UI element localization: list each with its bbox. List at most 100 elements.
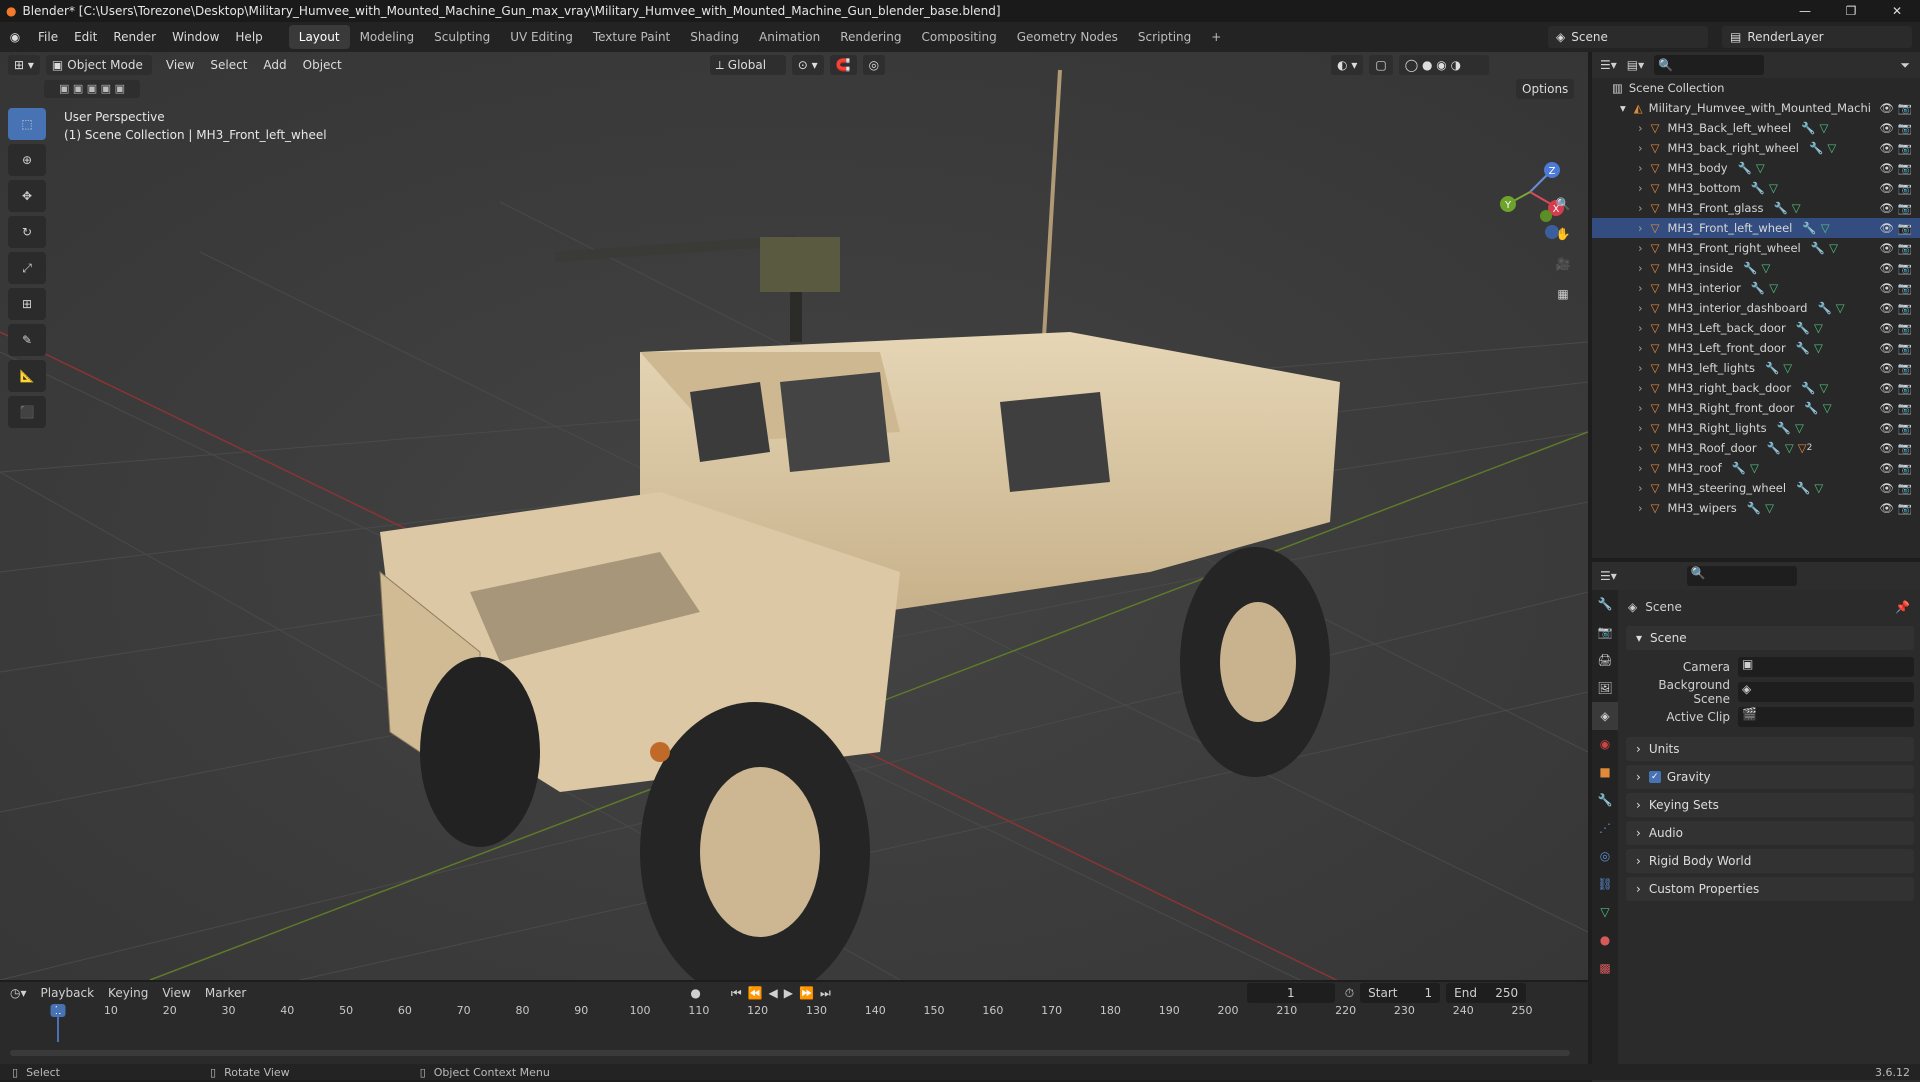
expand-arrow-icon[interactable]: ›	[1638, 161, 1643, 175]
visibility-eye-icon[interactable]: 👁	[1879, 241, 1894, 255]
mode-dropdown[interactable]: ▣ Object Mode	[45, 55, 152, 75]
scene-collection-row[interactable]: ▥ Scene Collection	[1592, 78, 1920, 98]
scale-tool[interactable]: ⤢	[8, 252, 46, 284]
expand-arrow-icon[interactable]: ›	[1638, 261, 1643, 275]
frame-ruler[interactable]: 1102030405060708090100110120130140150160…	[0, 982, 1588, 1042]
outliner-object-row[interactable]: › ▽ MH3_left_lights 🔧 ▽ 👁 📷	[1592, 358, 1920, 378]
output-tab-icon[interactable]: 🖨	[1592, 646, 1618, 674]
audio-panel[interactable]: › Audio	[1626, 821, 1914, 845]
visibility-eye-icon[interactable]: 👁	[1879, 341, 1894, 355]
outliner-object-row[interactable]: › ▽ MH3_interior_dashboard 🔧 ▽ 👁 📷	[1592, 298, 1920, 318]
tab-modeling[interactable]: Modeling	[350, 25, 425, 49]
menu-render[interactable]: Render	[105, 22, 164, 52]
expand-arrow-icon[interactable]: ›	[1638, 241, 1643, 255]
visibility-eye-icon[interactable]: 👁	[1879, 321, 1894, 335]
zoom-icon[interactable]: 🔍	[1551, 192, 1575, 216]
outliner-editor-icon[interactable]: ☰▾	[1600, 58, 1617, 72]
camera-field[interactable]: ▣	[1738, 656, 1914, 677]
render-camera-icon[interactable]: 📷	[1898, 181, 1912, 195]
outliner-object-row[interactable]: › ▽ MH3_Back_left_wheel 🔧 ▽ 👁 📷	[1592, 118, 1920, 138]
scene-tab-icon[interactable]: ◈	[1592, 702, 1618, 730]
visibility-eye-icon[interactable]: 👁	[1879, 481, 1894, 495]
render-camera-icon[interactable]: 📷	[1898, 101, 1912, 115]
visibility-eye-icon[interactable]: 👁	[1879, 301, 1894, 315]
particles-tab-icon[interactable]: ⋰	[1592, 814, 1618, 842]
move-tool[interactable]: ✥	[8, 180, 46, 212]
expand-arrow-icon[interactable]: ›	[1638, 301, 1643, 315]
renderlayer-selector[interactable]: ▤ RenderLayer	[1722, 26, 1912, 48]
editor-type-dropdown[interactable]: ⊞ ▾	[8, 55, 40, 75]
tab-compositing[interactable]: Compositing	[911, 25, 1006, 49]
render-camera-icon[interactable]: 📷	[1898, 321, 1912, 335]
tab-sculpting[interactable]: Sculpting	[424, 25, 500, 49]
outliner-object-row[interactable]: › ▽ MH3_Front_right_wheel 🔧 ▽ 👁 📷	[1592, 238, 1920, 258]
display-mode-icon[interactable]: ▤▾	[1627, 58, 1644, 72]
outliner-search-input[interactable]: 🔍	[1654, 55, 1765, 75]
render-camera-icon[interactable]: 📷	[1898, 221, 1912, 235]
expand-arrow-icon[interactable]: ›	[1638, 221, 1643, 235]
select-mode-buttons[interactable]: ▣ ▣ ▣ ▣ ▣	[44, 80, 140, 98]
collection-row[interactable]: ▾ ◭ Military_Humvee_with_Mounted_Machi 👁…	[1592, 98, 1920, 118]
tab-shading[interactable]: Shading	[680, 25, 749, 49]
viewport-menu-object[interactable]: Object	[303, 58, 342, 72]
visibility-eye-icon[interactable]: 👁	[1879, 461, 1894, 475]
rigid-body-world-panel[interactable]: › Rigid Body World	[1626, 849, 1914, 873]
outliner-object-row[interactable]: › ▽ MH3_Roof_door 🔧 ▽ ▽ 2 👁 📷	[1592, 438, 1920, 458]
render-camera-icon[interactable]: 📷	[1898, 481, 1912, 495]
visibility-eye-icon[interactable]: 👁	[1879, 401, 1894, 415]
snap-toggle[interactable]: 🧲	[829, 55, 857, 75]
render-camera-icon[interactable]: 📷	[1898, 441, 1912, 455]
properties-editor-icon[interactable]: ☰▾	[1600, 569, 1617, 583]
outliner-object-row[interactable]: › ▽ MH3_Front_glass 🔧 ▽ 👁 📷	[1592, 198, 1920, 218]
pivot-dropdown[interactable]: ⊙ ▾	[791, 55, 824, 75]
gravity-panel[interactable]: › ✓ Gravity	[1626, 765, 1914, 789]
menu-window[interactable]: Window	[164, 22, 227, 52]
outliner-object-row[interactable]: › ▽ MH3_bottom 🔧 ▽ 👁 📷	[1592, 178, 1920, 198]
background-scene-field[interactable]: ◈	[1738, 681, 1914, 702]
measure-tool[interactable]: 📐	[8, 360, 46, 392]
outliner-object-row[interactable]: › ▽ MH3_roof 🔧 ▽ 👁 📷	[1592, 458, 1920, 478]
expand-arrow-icon[interactable]: ›	[1638, 141, 1643, 155]
physics-tab-icon[interactable]: ◎	[1592, 842, 1618, 870]
visibility-eye-icon[interactable]: 👁	[1879, 121, 1894, 135]
visibility-eye-icon[interactable]: 👁	[1879, 361, 1894, 375]
expand-arrow-icon[interactable]: ›	[1638, 321, 1643, 335]
render-camera-icon[interactable]: 📷	[1898, 261, 1912, 275]
orientation-dropdown[interactable]: ⟂ Global	[709, 55, 786, 75]
minimize-button[interactable]: —	[1782, 0, 1828, 22]
expand-arrow-icon[interactable]: ›	[1638, 361, 1643, 375]
ortho-grid-icon[interactable]: ▦	[1551, 282, 1575, 306]
close-button[interactable]: ✕	[1874, 0, 1920, 22]
material-tab-icon[interactable]: ●	[1592, 926, 1618, 954]
render-camera-icon[interactable]: 📷	[1898, 201, 1912, 215]
modifier-tab-icon[interactable]: 🔧	[1592, 786, 1618, 814]
options-dropdown[interactable]: Options	[1516, 79, 1575, 99]
visibility-eye-icon[interactable]: 👁	[1879, 221, 1894, 235]
tab-animation[interactable]: Animation	[749, 25, 830, 49]
world-tab-icon[interactable]: ◉	[1592, 730, 1618, 758]
3d-viewport[interactable]: Z X Y	[0, 52, 1588, 980]
tab-uv-editing[interactable]: UV Editing	[500, 25, 583, 49]
menu-help[interactable]: Help	[227, 22, 270, 52]
render-camera-icon[interactable]: 📷	[1898, 301, 1912, 315]
shading-modes[interactable]: ◯ ● ◉ ◑	[1398, 55, 1489, 75]
outliner-object-row[interactable]: › ▽ MH3_Right_front_door 🔧 ▽ 👁 📷	[1592, 398, 1920, 418]
visibility-eye-icon[interactable]: 👁	[1879, 441, 1894, 455]
render-camera-icon[interactable]: 📷	[1898, 421, 1912, 435]
select-box-tool[interactable]: ⬚	[8, 108, 46, 140]
expand-arrow-icon[interactable]: ›	[1638, 481, 1643, 495]
visibility-eye-icon[interactable]: 👁	[1879, 141, 1894, 155]
render-camera-icon[interactable]: 📷	[1898, 241, 1912, 255]
outliner-object-row[interactable]: › ▽ MH3_back_right_wheel 🔧 ▽ 👁 📷	[1592, 138, 1920, 158]
visibility-eye-icon[interactable]: 👁	[1879, 201, 1894, 215]
camera-view-icon[interactable]: 🎥	[1551, 252, 1575, 276]
keying-sets-panel[interactable]: › Keying Sets	[1626, 793, 1914, 817]
scene-selector[interactable]: ◈ Scene	[1548, 26, 1708, 48]
render-camera-icon[interactable]: 📷	[1898, 161, 1912, 175]
viewport-menu-view[interactable]: View	[166, 58, 194, 72]
visibility-eye-icon[interactable]: 👁	[1879, 181, 1894, 195]
active-clip-field[interactable]: 🎬	[1738, 706, 1914, 727]
render-camera-icon[interactable]: 📷	[1898, 381, 1912, 395]
texture-tab-icon[interactable]: ▩	[1592, 954, 1618, 982]
proportional-editing-toggle[interactable]: ◎	[862, 55, 886, 75]
